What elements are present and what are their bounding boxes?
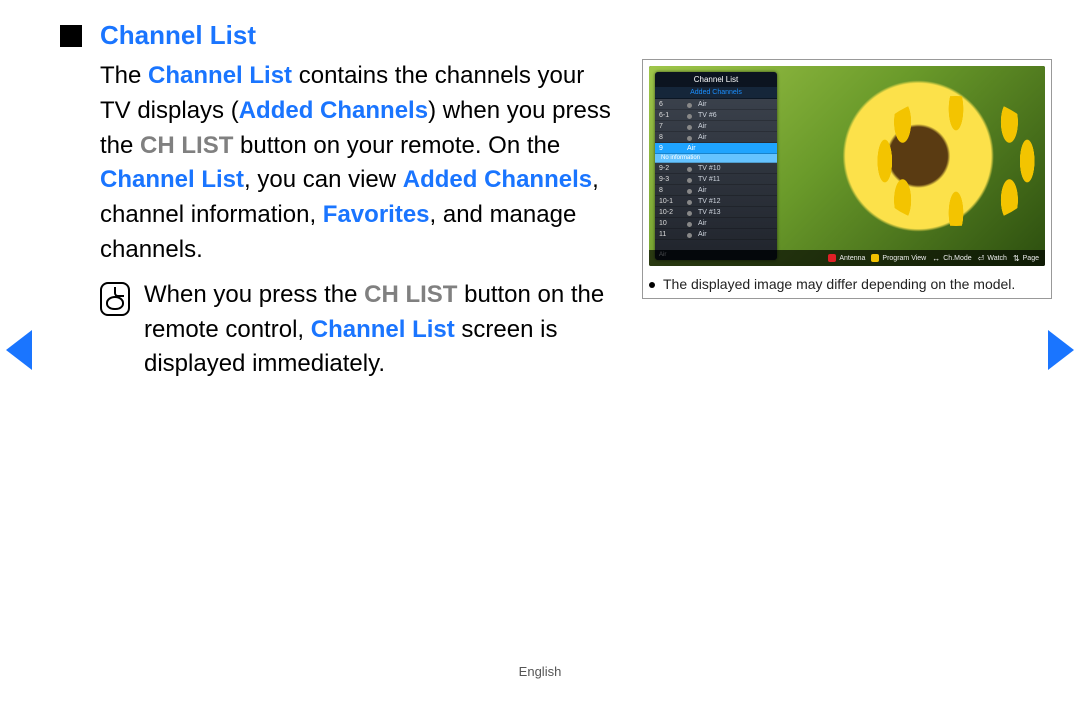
body-paragraph: The Channel List contains the channels y… bbox=[60, 59, 620, 268]
term-favorites: Favorites bbox=[323, 201, 430, 228]
osd-row: 10 Air bbox=[655, 218, 777, 229]
osd-row: 8 Air bbox=[655, 185, 777, 196]
osd-row: 9-2 TV #10 bbox=[655, 163, 777, 174]
term-added-channels: Added Channels bbox=[239, 97, 428, 124]
legend-label: Ch.Mode bbox=[943, 255, 971, 262]
osd-channel-name: TV #10 bbox=[698, 165, 721, 172]
next-page-arrow[interactable] bbox=[1048, 330, 1074, 370]
osd-channel-name: Air bbox=[698, 231, 707, 238]
dot-icon bbox=[687, 125, 692, 130]
red-key-icon bbox=[828, 254, 836, 262]
dot-icon bbox=[687, 233, 692, 238]
legend-label: Antenna bbox=[839, 255, 865, 262]
osd-row: 9-3 TV #11 bbox=[655, 174, 777, 185]
osd-row: 6 Air bbox=[655, 99, 777, 110]
osd-row: 11 Air bbox=[655, 229, 777, 240]
osd-channel-number: 6-1 bbox=[659, 112, 681, 119]
legend-antenna: Antenna bbox=[828, 254, 865, 262]
osd-channel-name: TV #12 bbox=[698, 198, 721, 205]
dot-icon bbox=[687, 136, 692, 141]
tv-screenshot: Channel List Added Channels 6 Air 6-1 TV #6… bbox=[649, 66, 1045, 266]
osd-row: 7 Air bbox=[655, 121, 777, 132]
legend-label: Page bbox=[1023, 255, 1039, 262]
up-down-arrows-icon: ⇅ bbox=[1013, 254, 1020, 263]
osd-channel-number: 11 bbox=[659, 231, 681, 238]
osd-channel-name: TV #13 bbox=[698, 209, 721, 216]
osd-channel-name: Air bbox=[698, 134, 707, 141]
osd-channel-number: 10 bbox=[659, 220, 681, 227]
term-channel-list: Channel List bbox=[311, 316, 455, 343]
dot-icon bbox=[687, 103, 692, 108]
osd-channel-number: 9-2 bbox=[659, 165, 681, 172]
figure-column: Channel List Added Channels 6 Air 6-1 TV #6… bbox=[642, 59, 1052, 299]
enter-key-icon: ⏎ bbox=[978, 254, 985, 263]
dot-icon bbox=[687, 200, 692, 205]
term-channel-list: Channel List bbox=[148, 62, 292, 89]
osd-title: Channel List bbox=[655, 72, 777, 87]
section-title: Channel List bbox=[100, 20, 256, 51]
osd-row-selected: 9 Air bbox=[655, 143, 777, 154]
osd-channel-number: 8 bbox=[659, 134, 681, 141]
osd-channel-name: Air bbox=[698, 220, 707, 227]
button-name-ch-list: CH LIST bbox=[140, 132, 233, 159]
legend-ch-mode: ↔Ch.Mode bbox=[932, 254, 971, 263]
yellow-key-icon bbox=[871, 254, 879, 262]
osd-channel-number: 8 bbox=[659, 187, 681, 194]
hand-note-icon bbox=[100, 282, 130, 316]
osd-channel-name: Air bbox=[687, 145, 696, 152]
body-text: The bbox=[100, 62, 148, 89]
osd-channel-name: TV #6 bbox=[698, 112, 717, 119]
note-text: When you press the bbox=[144, 281, 364, 308]
legend-watch: ⏎Watch bbox=[978, 254, 1007, 263]
osd-row: 8 Air bbox=[655, 132, 777, 143]
square-bullet-icon bbox=[60, 25, 82, 47]
note-paragraph: When you press the CH LIST button on the… bbox=[144, 278, 620, 382]
term-added-channels: Added Channels bbox=[403, 166, 592, 193]
dot-icon bbox=[687, 114, 692, 119]
legend-program-view: Program View bbox=[871, 254, 926, 262]
text-column: The Channel List contains the channels y… bbox=[60, 59, 620, 382]
figure-caption: The displayed image may differ depending… bbox=[663, 276, 1015, 292]
section-heading-row: Channel List bbox=[60, 20, 1040, 51]
term-channel-list: Channel List bbox=[100, 166, 244, 193]
left-right-arrows-icon: ↔ bbox=[932, 254, 940, 263]
osd-selected-info: No information bbox=[655, 154, 777, 163]
note-row: When you press the CH LIST button on the… bbox=[60, 278, 620, 382]
body-text: , you can view bbox=[244, 166, 403, 193]
body-text: button on your remote. On the bbox=[233, 132, 560, 159]
legend-page: ⇅Page bbox=[1013, 254, 1039, 263]
dot-icon bbox=[687, 189, 692, 194]
prev-page-arrow[interactable] bbox=[6, 330, 32, 370]
legend-label: Program View bbox=[882, 255, 926, 262]
legend-label: Watch bbox=[987, 255, 1007, 262]
figure-box: Channel List Added Channels 6 Air 6-1 TV #6… bbox=[642, 59, 1052, 299]
osd-row: 10-2 TV #13 bbox=[655, 207, 777, 218]
osd-channel-number: 10-2 bbox=[659, 209, 681, 216]
osd-subtitle: Added Channels bbox=[655, 87, 777, 99]
osd-channel-name: TV #11 bbox=[698, 176, 720, 183]
dot-icon bbox=[687, 178, 692, 183]
osd-channel-number: 7 bbox=[659, 123, 681, 130]
osd-channel-number: 9 bbox=[659, 145, 681, 152]
page-language-label: English bbox=[0, 664, 1080, 679]
osd-row: 6-1 TV #6 bbox=[655, 110, 777, 121]
osd-channel-name: Air bbox=[698, 187, 707, 194]
osd-channel-number: 10-1 bbox=[659, 198, 681, 205]
bullet-icon bbox=[649, 282, 655, 288]
osd-channel-number: 6 bbox=[659, 101, 681, 108]
button-name-ch-list: CH LIST bbox=[364, 281, 457, 308]
osd-legend-bar: Antenna Program View ↔Ch.Mode ⏎Watch ⇅Pa… bbox=[649, 250, 1045, 266]
dot-icon bbox=[687, 222, 692, 227]
osd-channel-name: Air bbox=[698, 123, 707, 130]
manual-page: Channel List The Channel List contains t… bbox=[0, 0, 1080, 705]
osd-channel-name: Air bbox=[698, 101, 707, 108]
channel-list-osd: Channel List Added Channels 6 Air 6-1 TV #6… bbox=[655, 72, 777, 260]
figure-caption-row: The displayed image may differ depending… bbox=[649, 276, 1045, 292]
osd-row: 10-1 TV #12 bbox=[655, 196, 777, 207]
osd-channel-number: 9-3 bbox=[659, 176, 681, 183]
content-row: The Channel List contains the channels y… bbox=[60, 59, 1040, 382]
dot-icon bbox=[687, 211, 692, 216]
dot-icon bbox=[687, 167, 692, 172]
